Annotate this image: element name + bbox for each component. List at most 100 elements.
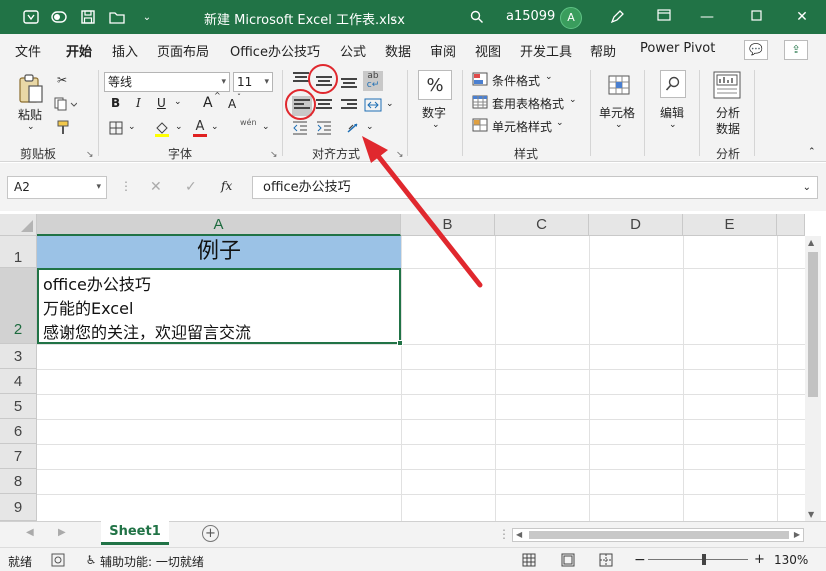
vertical-scrollbar[interactable]: ▲ ▼ — [805, 236, 821, 521]
search-icon[interactable] — [468, 8, 486, 26]
phonetic-dropdown-icon[interactable]: ⌄ — [262, 122, 270, 132]
tab-review[interactable]: 审阅 — [430, 41, 456, 60]
scroll-right-icon[interactable]: ▶ — [794, 529, 800, 541]
analyze-label-1[interactable]: 分析 — [716, 104, 740, 121]
close-icon[interactable]: ✕ — [788, 6, 816, 28]
tab-developer[interactable]: 开发工具 — [520, 41, 572, 60]
horizontal-scrollbar[interactable]: ◀ ▶ — [512, 528, 804, 542]
row-header-3[interactable]: 3 — [0, 344, 37, 369]
tab-home[interactable]: 开始 — [66, 41, 93, 67]
row-header-8[interactable]: 8 — [0, 469, 37, 494]
cell-styles-button[interactable]: 单元格样式 — [492, 118, 552, 135]
increase-indent-icon[interactable] — [315, 120, 333, 136]
italic-button[interactable]: I — [136, 96, 141, 110]
chevron-down-icon[interactable]: ⌄ — [556, 118, 564, 128]
percent-icon[interactable]: % — [418, 70, 452, 100]
merge-center-icon[interactable] — [364, 97, 382, 113]
save-icon[interactable] — [79, 8, 97, 26]
analyze-label-2[interactable]: 数据 — [716, 120, 740, 137]
scroll-thumb[interactable] — [529, 531, 789, 539]
tab-insert[interactable]: 插入 — [112, 41, 138, 60]
row-header-1[interactable]: 1 — [0, 236, 37, 268]
zoom-in-icon[interactable]: + — [754, 552, 765, 567]
cancel-icon[interactable]: ✕ — [150, 179, 162, 195]
share-icon[interactable]: ⇪ — [784, 40, 808, 60]
paste-icon[interactable] — [16, 72, 46, 106]
zoom-slider-thumb[interactable] — [702, 554, 706, 565]
status-accessibility[interactable]: 辅助功能: 一切就绪 — [100, 553, 204, 570]
conditional-format-button[interactable]: 条件格式 — [492, 72, 540, 89]
cell-a2[interactable]: office办公技巧 万能的Excel 感谢您的关注，欢迎留言交流 — [37, 268, 403, 346]
cut-icon[interactable]: ✂ — [54, 72, 70, 88]
scroll-up-icon[interactable]: ▲ — [808, 238, 814, 247]
add-sheet-icon[interactable]: + — [202, 525, 219, 542]
autosave-toggle-icon[interactable] — [50, 8, 68, 26]
orientation-icon[interactable] — [346, 119, 364, 137]
worksheet-grid[interactable]: A B C D E 1 2 3 4 5 6 7 8 9 例子 office办公技… — [0, 211, 826, 521]
chevron-down-icon[interactable]: ⌄ — [384, 8, 402, 26]
tab-data[interactable]: 数据 — [385, 41, 411, 60]
chevron-down-icon[interactable]: ⌄ — [569, 95, 577, 105]
page-layout-view-icon[interactable] — [560, 552, 576, 568]
row-header-2[interactable]: 2 — [0, 268, 37, 344]
row-header-4[interactable]: 4 — [0, 369, 37, 394]
column-header-d[interactable]: D — [589, 214, 683, 236]
font-color-dropdown-icon[interactable]: ⌄ — [211, 122, 219, 132]
normal-view-icon[interactable] — [521, 552, 537, 568]
underline-dropdown-icon[interactable]: ⌄ — [174, 97, 182, 107]
maximize-icon[interactable] — [742, 6, 770, 28]
tab-view[interactable]: 视图 — [475, 41, 501, 60]
dialog-launcher-icon[interactable]: ↘ — [86, 150, 94, 160]
paste-dropdown-icon[interactable]: ⌄ — [27, 122, 35, 132]
paste-label[interactable]: 粘贴 — [18, 106, 42, 123]
avatar[interactable]: A — [560, 7, 582, 29]
font-color-icon[interactable]: A — [192, 118, 208, 138]
fill-handle[interactable] — [397, 340, 403, 346]
conditional-format-icon[interactable] — [472, 72, 488, 86]
tab-split-handle[interactable]: ⋮ — [498, 527, 510, 541]
name-box[interactable]: A2 ▾ — [7, 176, 107, 199]
phonetic-icon[interactable]: wén — [240, 118, 257, 127]
document-title[interactable]: 新建 Microsoft Excel 工作表.xlsx — [204, 9, 405, 28]
editing-label[interactable]: 编辑 — [660, 104, 684, 121]
orientation-dropdown-icon[interactable]: ⌄ — [366, 122, 374, 132]
number-label[interactable]: 数字 — [422, 104, 446, 121]
autosave-icon[interactable] — [22, 8, 40, 26]
zoom-out-icon[interactable]: − — [634, 552, 646, 568]
number-dropdown-icon[interactable]: ⌄ — [432, 120, 440, 130]
drag-handle-icon[interactable]: ⋮ — [120, 179, 132, 193]
row-header-6[interactable]: 6 — [0, 419, 37, 444]
tab-page-layout[interactable]: 页面布局 — [157, 41, 209, 60]
align-center-icon[interactable] — [316, 99, 332, 113]
editing-dropdown-icon[interactable]: ⌄ — [669, 120, 677, 130]
copy-icon[interactable] — [52, 96, 78, 112]
collapse-ribbon-icon[interactable]: ⌃ — [808, 147, 816, 157]
cells-icon[interactable] — [606, 72, 632, 98]
cell-a1[interactable]: 例子 — [37, 236, 401, 268]
sheet-tab-sheet1[interactable]: Sheet1 — [101, 521, 169, 545]
open-folder-icon[interactable] — [108, 8, 126, 26]
row-header-7[interactable]: 7 — [0, 444, 37, 469]
cells-label[interactable]: 单元格 — [599, 104, 635, 121]
tab-office-tips[interactable]: Office办公技巧 — [230, 41, 320, 60]
column-header-c[interactable]: C — [495, 214, 589, 236]
underline-button[interactable]: U — [157, 96, 166, 110]
format-painter-icon[interactable] — [54, 120, 72, 136]
column-header-a[interactable]: A — [37, 214, 401, 236]
font-name-select[interactable]: 等线 ▾ — [104, 72, 230, 92]
next-sheet-icon[interactable]: ▶ — [58, 527, 66, 538]
top-align-icon[interactable] — [293, 72, 309, 86]
bold-button[interactable]: B — [111, 96, 120, 110]
customize-toolbar-icon[interactable]: ⌄ — [138, 8, 156, 26]
grow-font-button[interactable]: A — [203, 95, 213, 111]
chevron-down-icon[interactable]: ⌄ — [545, 72, 553, 82]
prev-sheet-icon[interactable]: ◀ — [26, 527, 34, 538]
zoom-level[interactable]: 130% — [774, 553, 808, 567]
page-break-view-icon[interactable] — [598, 552, 614, 568]
insert-function-icon[interactable]: fx — [221, 179, 232, 193]
fill-dropdown-icon[interactable]: ⌄ — [175, 122, 183, 132]
borders-dropdown-icon[interactable]: ⌄ — [128, 122, 136, 132]
scroll-left-icon[interactable]: ◀ — [516, 529, 522, 541]
tab-file[interactable]: 文件 — [15, 41, 41, 60]
column-header-e[interactable]: E — [683, 214, 777, 236]
